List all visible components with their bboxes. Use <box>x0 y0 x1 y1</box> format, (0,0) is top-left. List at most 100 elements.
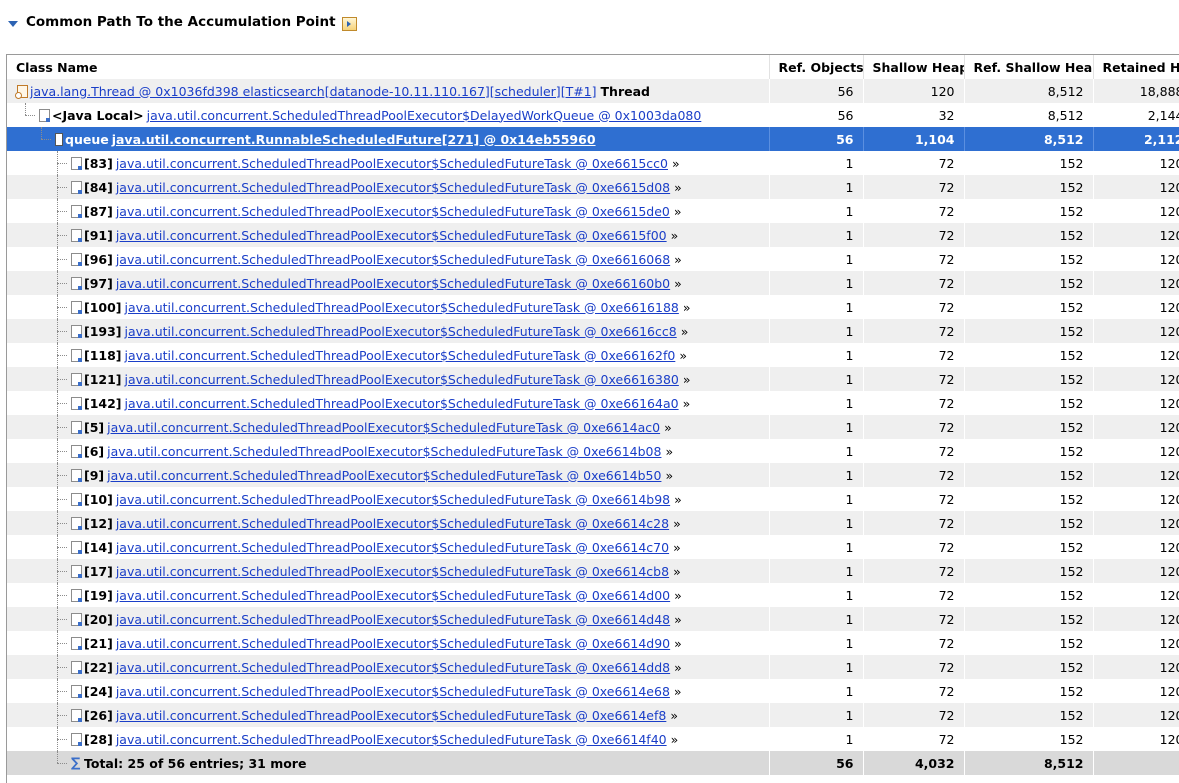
table-row[interactable]: [83] java.util.concurrent.ScheduledThread… <box>7 151 1179 175</box>
column-header-shallow-heap[interactable]: Shallow Heap <box>863 55 965 79</box>
object-link[interactable]: java.util.concurrent.ScheduledThreadPool… <box>147 108 702 123</box>
more-chevron-icon[interactable]: » <box>674 612 682 627</box>
column-header-ref-objects[interactable]: Ref. Objects <box>769 55 864 79</box>
cell-ref-objects: 1 <box>769 727 864 751</box>
cell-ref-shallow-heap: 152 <box>964 631 1094 655</box>
table-row[interactable]: [14] java.util.concurrent.ScheduledThread… <box>7 535 1179 559</box>
object-link[interactable]: java.util.concurrent.ScheduledThreadPool… <box>125 372 679 387</box>
more-chevron-icon[interactable]: » <box>674 660 682 675</box>
table-row[interactable]: queue java.util.concurrent.RunnableSchedu… <box>7 127 1179 151</box>
more-chevron-icon[interactable]: » <box>683 396 691 411</box>
object-link[interactable]: java.util.concurrent.ScheduledThreadPool… <box>125 396 679 411</box>
more-chevron-icon[interactable]: » <box>673 540 681 555</box>
table-row[interactable]: [10] java.util.concurrent.ScheduledThread… <box>7 487 1179 511</box>
table-row[interactable]: [19] java.util.concurrent.ScheduledThread… <box>7 583 1179 607</box>
object-link[interactable]: java.util.concurrent.ScheduledThreadPool… <box>116 492 670 507</box>
table-row[interactable]: [100] java.util.concurrent.ScheduledThrea… <box>7 295 1179 319</box>
table-row[interactable]: [20] java.util.concurrent.ScheduledThread… <box>7 607 1179 631</box>
path-table[interactable]: Class Name Ref. Objects Shallow Heap Ref… <box>6 54 1179 783</box>
object-link[interactable]: java.util.concurrent.ScheduledThreadPool… <box>116 564 669 579</box>
object-link[interactable]: java.util.concurrent.RunnableScheduledFu… <box>112 132 596 147</box>
table-row[interactable]: [24] java.util.concurrent.ScheduledThread… <box>7 679 1179 703</box>
object-link[interactable]: java.util.concurrent.ScheduledThreadPool… <box>116 516 669 531</box>
more-chevron-icon[interactable]: » <box>674 684 682 699</box>
more-chevron-icon[interactable]: » <box>673 564 681 579</box>
object-link[interactable]: java.util.concurrent.ScheduledThreadPool… <box>116 204 670 219</box>
more-chevron-icon[interactable]: » <box>670 708 678 723</box>
table-row[interactable]: [96] java.util.concurrent.ScheduledThread… <box>7 247 1179 271</box>
table-row[interactable]: [6] java.util.concurrent.ScheduledThreadP… <box>7 439 1179 463</box>
object-link[interactable]: java.util.concurrent.ScheduledThreadPool… <box>116 660 670 675</box>
collapse-triangle-icon[interactable] <box>8 20 18 27</box>
cell-ref-objects: 56 <box>769 103 864 127</box>
more-chevron-icon[interactable]: » <box>674 180 682 195</box>
cell-ref-shallow-heap: 8,512 <box>964 103 1094 127</box>
cell-retained-heap: 120 <box>1093 655 1179 679</box>
table-row[interactable]: [17] java.util.concurrent.ScheduledThread… <box>7 559 1179 583</box>
more-chevron-icon[interactable]: » <box>671 228 679 243</box>
table-row[interactable]: <Java Local> java.util.concurrent.Schedul… <box>7 103 1179 127</box>
more-chevron-icon[interactable]: » <box>674 252 682 267</box>
object-link[interactable]: java.util.concurrent.ScheduledThreadPool… <box>107 420 660 435</box>
table-row[interactable]: java.lang.Thread @ 0x1036fd398 elasticse… <box>7 79 1179 103</box>
more-chevron-icon[interactable]: » <box>665 468 673 483</box>
object-link[interactable]: java.util.concurrent.ScheduledThreadPool… <box>125 300 679 315</box>
object-link[interactable]: java.util.concurrent.ScheduledThreadPool… <box>116 540 669 555</box>
object-link[interactable]: java.util.concurrent.ScheduledThreadPool… <box>107 468 661 483</box>
object-ref-icon <box>71 516 82 530</box>
table-row[interactable]: [28] java.util.concurrent.ScheduledThread… <box>7 727 1179 751</box>
section-header[interactable]: Common Path To the Accumulation Point <box>8 11 357 33</box>
open-in-view-icon[interactable] <box>341 16 357 31</box>
table-row[interactable]: [97] java.util.concurrent.ScheduledThread… <box>7 271 1179 295</box>
object-link[interactable]: java.util.concurrent.ScheduledThreadPool… <box>116 276 670 291</box>
object-link[interactable]: java.util.concurrent.ScheduledThreadPool… <box>107 444 661 459</box>
object-link[interactable]: java.lang.Thread @ 0x1036fd398 elasticse… <box>30 84 597 99</box>
table-row[interactable]: [142] java.util.concurrent.ScheduledThrea… <box>7 391 1179 415</box>
more-chevron-icon[interactable]: » <box>664 420 672 435</box>
object-link[interactable]: java.util.concurrent.ScheduledThreadPool… <box>125 348 676 363</box>
table-row[interactable]: [118] java.util.concurrent.ScheduledThrea… <box>7 343 1179 367</box>
object-link[interactable]: java.util.concurrent.ScheduledThreadPool… <box>116 732 667 747</box>
table-row[interactable]: [87] java.util.concurrent.ScheduledThread… <box>7 199 1179 223</box>
object-link[interactable]: java.util.concurrent.ScheduledThreadPool… <box>125 324 677 339</box>
more-chevron-icon[interactable]: » <box>683 300 691 315</box>
more-chevron-icon[interactable]: » <box>672 156 680 171</box>
more-chevron-icon[interactable]: » <box>674 492 682 507</box>
object-link[interactable]: java.util.concurrent.ScheduledThreadPool… <box>116 588 670 603</box>
table-row[interactable]: [21] java.util.concurrent.ScheduledThread… <box>7 631 1179 655</box>
more-chevron-icon[interactable]: » <box>683 372 691 387</box>
object-link[interactable]: java.util.concurrent.ScheduledThreadPool… <box>116 180 670 195</box>
table-row[interactable]: [84] java.util.concurrent.ScheduledThread… <box>7 175 1179 199</box>
more-chevron-icon[interactable]: » <box>671 732 679 747</box>
more-chevron-icon[interactable]: » <box>665 444 673 459</box>
more-chevron-icon[interactable]: » <box>674 588 682 603</box>
object-link[interactable]: java.util.concurrent.ScheduledThreadPool… <box>116 708 667 723</box>
more-chevron-icon[interactable]: » <box>674 636 682 651</box>
cell-ref-objects: 1 <box>769 511 864 535</box>
column-header-ref-shallow-heap[interactable]: Ref. Shallow Heap <box>964 55 1094 79</box>
column-header-class-name[interactable]: Class Name <box>7 55 770 79</box>
object-link[interactable]: java.util.concurrent.ScheduledThreadPool… <box>116 684 670 699</box>
column-header-retained-heap[interactable]: Retained Heap <box>1093 55 1179 79</box>
object-link[interactable]: java.util.concurrent.ScheduledThreadPool… <box>116 252 670 267</box>
table-row[interactable]: [26] java.util.concurrent.ScheduledThread… <box>7 703 1179 727</box>
cell-retained-heap: 120 <box>1093 703 1179 727</box>
object-link[interactable]: java.util.concurrent.ScheduledThreadPool… <box>116 156 668 171</box>
more-chevron-icon[interactable]: » <box>673 516 681 531</box>
more-chevron-icon[interactable]: » <box>679 348 687 363</box>
more-chevron-icon[interactable]: » <box>681 324 689 339</box>
row-field-label: [118] <box>84 347 122 363</box>
more-chevron-icon[interactable]: » <box>674 204 682 219</box>
table-row[interactable]: [121] java.util.concurrent.ScheduledThrea… <box>7 367 1179 391</box>
table-row[interactable]: [12] java.util.concurrent.ScheduledThread… <box>7 511 1179 535</box>
object-link[interactable]: java.util.concurrent.ScheduledThreadPool… <box>116 636 670 651</box>
object-link[interactable]: java.util.concurrent.ScheduledThreadPool… <box>116 612 670 627</box>
table-row[interactable]: [9] java.util.concurrent.ScheduledThreadP… <box>7 463 1179 487</box>
more-chevron-icon[interactable]: » <box>674 276 682 291</box>
table-row[interactable]: [5] java.util.concurrent.ScheduledThreadP… <box>7 415 1179 439</box>
total-row[interactable]: ∑ Total: 25 of 56 entries; 31 more 56 4,032… <box>7 751 1179 775</box>
table-row[interactable]: [91] java.util.concurrent.ScheduledThread… <box>7 223 1179 247</box>
table-row[interactable]: [22] java.util.concurrent.ScheduledThread… <box>7 655 1179 679</box>
object-link[interactable]: java.util.concurrent.ScheduledThreadPool… <box>116 228 667 243</box>
table-row[interactable]: [193] java.util.concurrent.ScheduledThrea… <box>7 319 1179 343</box>
